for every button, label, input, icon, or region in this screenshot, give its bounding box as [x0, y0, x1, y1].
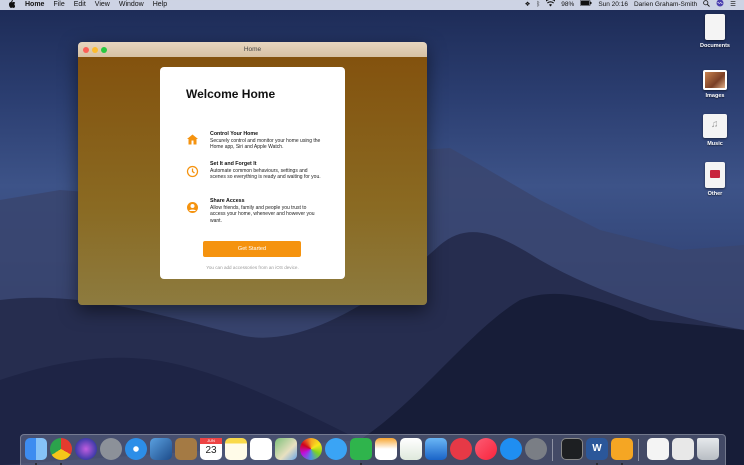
- documents-icon: [705, 14, 725, 40]
- finder-icon[interactable]: [25, 438, 47, 460]
- keynote-icon[interactable]: [425, 438, 447, 460]
- music-icon: ♫: [703, 114, 727, 138]
- dock-separator: [638, 439, 639, 461]
- news-icon[interactable]: [450, 438, 472, 460]
- welcome-card: Welcome Home Control Your Home Securely …: [160, 67, 345, 279]
- safari-icon[interactable]: [125, 438, 147, 460]
- preview-icon[interactable]: [150, 438, 172, 460]
- calendar-day: 23: [205, 445, 217, 456]
- get-started-button[interactable]: Get Started: [203, 241, 301, 257]
- window-title: Home: [243, 46, 262, 53]
- welcome-heading: Welcome Home: [186, 87, 276, 101]
- notebook-icon[interactable]: [175, 438, 197, 460]
- menu-view[interactable]: View: [95, 0, 110, 10]
- numbers-icon[interactable]: [400, 438, 422, 460]
- home-app-icon[interactable]: [611, 438, 633, 460]
- desktop-icon-label: Documents: [700, 43, 730, 49]
- dock: JUN 23 W: [20, 434, 726, 465]
- chrome-icon[interactable]: [50, 438, 72, 460]
- menu-file[interactable]: File: [53, 0, 64, 10]
- launchpad-icon[interactable]: [100, 438, 122, 460]
- facetime-icon[interactable]: [350, 438, 372, 460]
- menu-window[interactable]: Window: [119, 0, 144, 10]
- clock-icon: [186, 165, 199, 178]
- footnote: You can add accessories from an iOS devi…: [206, 265, 299, 270]
- battery-icon[interactable]: [580, 0, 592, 10]
- messages-icon[interactable]: [325, 438, 347, 460]
- house-icon: [187, 134, 198, 145]
- siri-dock-icon[interactable]: [75, 438, 97, 460]
- user-name[interactable]: Darien Graham-Smith: [634, 0, 697, 10]
- apple-menu-icon[interactable]: [8, 0, 18, 11]
- window-titlebar[interactable]: Home: [78, 42, 427, 57]
- person-icon: [187, 202, 198, 213]
- music-app-icon[interactable]: [475, 438, 497, 460]
- feature-description: Automate common behaviours, settings and…: [210, 168, 321, 181]
- clock[interactable]: Sun 20:16: [598, 0, 628, 10]
- activity-monitor-icon[interactable]: [561, 438, 583, 460]
- menu-help[interactable]: Help: [153, 0, 167, 10]
- system-preferences-icon[interactable]: [525, 438, 547, 460]
- trash-icon[interactable]: [697, 438, 719, 460]
- menu-bar: Home File Edit View Window Help ❖ ᛒ 98% …: [0, 0, 744, 10]
- desktop-icon-images[interactable]: Images: [692, 66, 738, 99]
- dropbox-icon[interactable]: ❖: [525, 0, 531, 10]
- bluetooth-icon[interactable]: ᛒ: [536, 0, 540, 10]
- notes-icon[interactable]: [225, 438, 247, 460]
- notification-center-icon[interactable]: ☰: [730, 0, 736, 10]
- battery-percent[interactable]: 98%: [561, 0, 574, 10]
- feature-title: Share Access: [210, 198, 245, 204]
- desktop-icon-documents[interactable]: Documents: [692, 14, 738, 49]
- images-icon: [703, 70, 727, 90]
- menu-app-name[interactable]: Home: [25, 0, 44, 10]
- document-icon[interactable]: [647, 438, 669, 460]
- feature-description: Securely control and monitor your home u…: [210, 138, 321, 151]
- window-content: Welcome Home Control Your Home Securely …: [78, 57, 427, 305]
- feature-title: Set It and Forget It: [210, 161, 257, 167]
- feature-description: Allow friends, family and people you tru…: [210, 205, 315, 224]
- desktop-icon-label: Images: [705, 93, 725, 99]
- wifi-icon[interactable]: [545, 0, 557, 11]
- spotlight-icon[interactable]: [703, 0, 710, 11]
- app-store-icon[interactable]: [500, 438, 522, 460]
- maps-icon[interactable]: [275, 438, 297, 460]
- desktop-icon-label: Music: [707, 141, 723, 147]
- calendar-icon[interactable]: JUN 23: [200, 438, 222, 460]
- dock-separator: [552, 439, 553, 461]
- menu-edit[interactable]: Edit: [74, 0, 86, 10]
- pages-icon[interactable]: [375, 438, 397, 460]
- siri-icon[interactable]: [716, 0, 724, 11]
- word-icon[interactable]: W: [586, 438, 608, 460]
- mail-stack-icon[interactable]: [672, 438, 694, 460]
- desktop-icon-label: Other: [707, 191, 723, 197]
- photos-icon[interactable]: [300, 438, 322, 460]
- feature-title: Control Your Home: [210, 131, 259, 137]
- desktop-icon-music[interactable]: ♫ Music: [692, 114, 738, 147]
- reminders-icon[interactable]: [250, 438, 272, 460]
- calendar-month: JUN: [200, 438, 222, 444]
- status-area: ❖ ᛒ 98% Sun 20:16 Darien Graham-Smith ☰: [525, 0, 736, 10]
- home-window: Home Welcome Home Control Your Home Secu…: [78, 42, 427, 305]
- other-icon: [705, 162, 725, 188]
- desktop-icon-other[interactable]: Other: [692, 162, 738, 197]
